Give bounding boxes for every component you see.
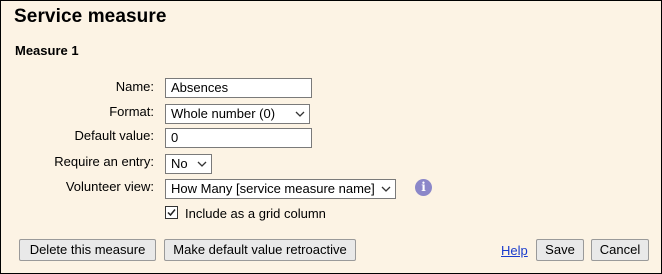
service-measure-panel: Service measure Measure 1 Name: Absences…: [0, 0, 662, 274]
chevron-down-icon: [197, 161, 207, 167]
make-retroactive-button[interactable]: Make default value retroactive: [164, 239, 356, 261]
chevron-down-icon: [381, 186, 391, 192]
format-label: Format:: [109, 104, 154, 119]
cancel-button[interactable]: Cancel: [591, 239, 649, 261]
require-entry-select[interactable]: No: [165, 154, 212, 174]
format-select[interactable]: Whole number (0): [165, 104, 310, 124]
section-subtitle: Measure 1: [15, 43, 79, 58]
grid-column-checkbox[interactable]: [165, 206, 178, 219]
name-field[interactable]: Absences: [165, 78, 312, 98]
default-value-field[interactable]: 0: [165, 128, 312, 148]
chevron-down-icon: [295, 111, 305, 117]
grid-column-label: Include as a grid column: [185, 206, 326, 221]
checkmark-icon: [167, 209, 176, 217]
name-label: Name:: [115, 79, 154, 94]
format-select-value: Whole number (0): [171, 106, 276, 121]
delete-measure-button[interactable]: Delete this measure: [19, 239, 156, 261]
default-value-label: Default value:: [74, 128, 155, 143]
volunteer-view-select-value: How Many [service measure name]: [171, 181, 375, 196]
name-field-value: Absences: [171, 80, 229, 95]
save-button[interactable]: Save: [536, 239, 584, 261]
volunteer-view-label: Volunteer view:: [65, 179, 154, 194]
page-title: Service measure: [14, 6, 167, 27]
require-entry-select-value: No: [171, 156, 188, 171]
volunteer-view-select[interactable]: How Many [service measure name]: [165, 179, 396, 199]
info-icon[interactable]: i: [415, 179, 432, 196]
help-link[interactable]: Help: [501, 243, 528, 258]
require-entry-label: Require an entry:: [54, 154, 154, 169]
default-value-field-value: 0: [171, 130, 179, 145]
